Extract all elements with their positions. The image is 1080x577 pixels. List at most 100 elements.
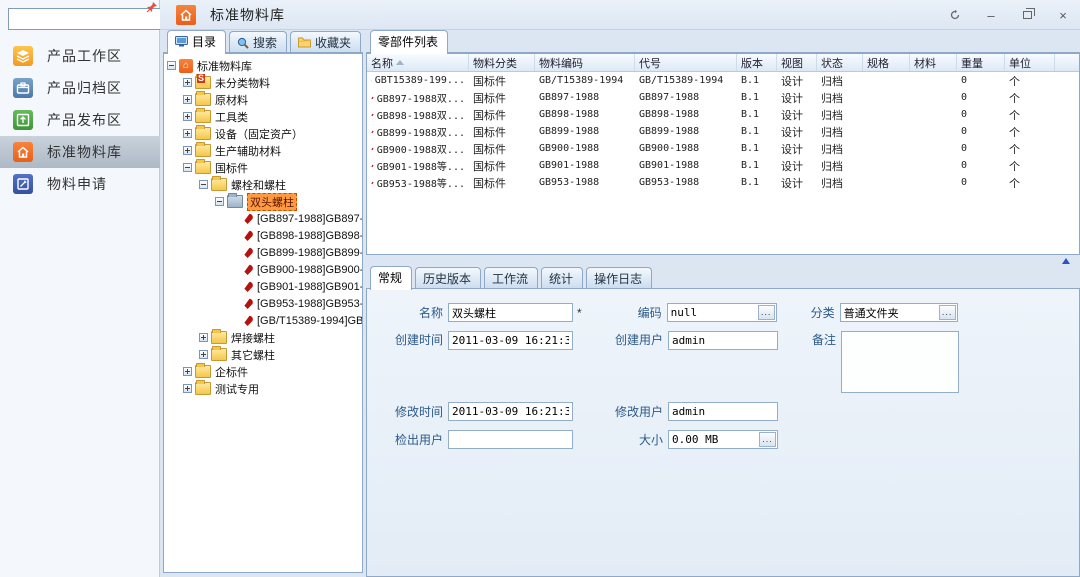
category-browse-button[interactable]: ... [939,305,956,320]
restore-icon[interactable] [1016,5,1038,25]
column-header-material[interactable]: 材料 [910,54,957,71]
tree-node[interactable]: 生产辅助材料 [183,142,362,159]
expand-icon[interactable] [183,95,192,104]
remark-field[interactable] [841,331,959,393]
expand-icon[interactable] [183,384,192,393]
tree-node[interactable]: 原材料 [183,91,362,108]
sidebar-item-product-release[interactable]: 产品发布区 [0,104,160,136]
tree-node[interactable]: [GB899-1988]GB899-1 [231,244,362,261]
tab-catalog[interactable]: 目录 [167,30,226,54]
tab-favorites[interactable]: 收藏夹 [290,31,361,53]
tab-history-versions[interactable]: 历史版本 [415,267,481,289]
edit-document-icon [13,174,33,194]
tree-node[interactable]: 其它螺柱 [199,346,362,363]
column-header-name[interactable]: 名称 [367,54,469,71]
expand-icon[interactable] [183,367,192,376]
tree-node[interactable]: 国标件 [183,159,362,176]
created-time-label: 创建时间 [367,331,443,348]
column-header-alias[interactable]: 代号 [635,54,737,71]
expand-icon[interactable] [183,146,192,155]
tree-node[interactable]: 工具类 [183,108,362,125]
collapse-icon[interactable] [183,163,192,172]
column-header-weight[interactable]: 重量 [957,54,1005,71]
part-pin-icon [371,92,374,104]
tree-node[interactable]: 螺栓和螺柱 [199,176,362,193]
column-header-code[interactable]: 物料编码 [535,54,635,71]
collapse-icon[interactable] [199,180,208,189]
house-icon [13,142,33,162]
folder-icon [211,348,227,361]
expand-icon[interactable] [183,112,192,121]
table-row[interactable]: GB898-1988双... 国标件 GB898-1988 GB898-1988… [367,106,1079,123]
part-pin-icon [243,281,257,293]
sidebar-item-standard-material-library[interactable]: 标准物料库 [0,136,160,168]
catalog-tabs: 目录 搜索 收藏夹 [163,31,363,53]
column-header-unit[interactable]: 单位 [1005,54,1055,71]
tree-node[interactable]: [GB901-1988]GB901-1 [231,278,362,295]
tree-node[interactable]: [GB953-1988]GB953-1 [231,295,362,312]
column-header-category[interactable]: 物料分类 [469,54,535,71]
tab-parts-list[interactable]: 零部件列表 [370,30,448,54]
tab-statistics[interactable]: 统计 [541,267,583,289]
tab-search[interactable]: 搜索 [229,31,287,53]
column-header-version[interactable]: 版本 [737,54,777,71]
sidebar-item-material-apply[interactable]: 物料申请 [0,168,160,200]
table-row[interactable]: GB900-1988双... 国标件 GB900-1988 GB900-1988… [367,140,1079,157]
tree-node[interactable]: 测试专用 [183,380,362,397]
tree-node[interactable]: 焊接螺柱 [199,329,362,346]
table-row[interactable]: GBT15389-199... 国标件 GB/T15389-1994 GB/T1… [367,72,1079,89]
tree-node[interactable]: 企标件 [183,363,362,380]
collapse-icon[interactable] [215,197,224,206]
splitter-collapse-icon[interactable] [1062,258,1070,264]
table-row[interactable]: GB897-1988双... 国标件 GB897-1988 GB897-1988… [367,89,1079,106]
created-user-field[interactable] [668,331,778,350]
modified-user-field[interactable] [668,402,778,421]
tree-node[interactable]: [GB/T15389-1994]GBT [231,312,362,329]
table-row[interactable]: GB953-1988等... 国标件 GB953-1988 GB953-1988… [367,174,1079,191]
code-browse-button[interactable]: ... [758,305,775,320]
close-icon[interactable]: × [1052,5,1074,25]
tree-node-label: 生产辅助材料 [215,143,281,159]
tree-node[interactable]: [GB900-1988]GB900-1 [231,261,362,278]
monitor-icon [175,36,188,47]
expand-icon[interactable] [183,78,192,87]
column-header-view[interactable]: 视图 [777,54,817,71]
expand-icon[interactable] [199,333,208,342]
tree-node-selected[interactable]: 双头螺柱 [215,193,362,210]
tree-node[interactable]: [GB898-1988]GB898-1 [231,227,362,244]
collapse-icon[interactable] [167,61,176,70]
refresh-icon[interactable] [944,5,966,25]
column-header-status[interactable]: 状态 [817,54,863,71]
sidebar-item-product-archive[interactable]: 产品归档区 [0,72,160,104]
tree-node[interactable]: [GB897-1988]GB897-1 [231,210,362,227]
folder-icon [227,195,243,208]
expand-icon[interactable] [183,129,192,138]
tree-node-label: 原材料 [215,92,248,108]
tree-node-label: [GB953-1988]GB953-1 [257,298,363,310]
column-header-spec[interactable]: 规格 [863,54,910,71]
part-pin-icon [243,298,257,310]
release-box-icon [13,110,33,130]
catalog-panel: 目录 搜索 收藏夹 ⌂ 标准物料库 未分类物料 [163,31,363,577]
table-row[interactable]: GB899-1988双... 国标件 GB899-1988 GB899-1988… [367,123,1079,140]
created-time-field[interactable] [448,331,573,350]
general-form: 名称 * 编码 ... 分类 ... 创建时间 [366,289,1080,577]
minimize-icon[interactable]: – [980,5,1002,25]
tab-general[interactable]: 常规 [370,266,412,290]
sidebar-item-product-workspace[interactable]: 产品工作区 [0,40,160,72]
expand-icon[interactable] [199,350,208,359]
table-row[interactable]: GB901-1988等... 国标件 GB901-1988 GB901-1988… [367,157,1079,174]
tree-node[interactable]: 设备（固定资产） [183,125,362,142]
tree-node-root[interactable]: ⌂ 标准物料库 [167,57,362,74]
tree-node[interactable]: 未分类物料 [183,74,362,91]
part-pin-icon [243,230,257,242]
tab-operation-log[interactable]: 操作日志 [586,267,652,289]
detail-tabs: 常规 历史版本 工作流 统计 操作日志 [366,267,1080,289]
checkout-user-field[interactable] [448,430,573,449]
size-browse-button[interactable]: ... [759,432,776,447]
tab-workflow[interactable]: 工作流 [484,267,538,289]
modified-time-field[interactable] [448,402,573,421]
name-field[interactable] [448,303,573,322]
pin-icon[interactable] [146,1,158,13]
part-pin-icon [371,75,372,87]
